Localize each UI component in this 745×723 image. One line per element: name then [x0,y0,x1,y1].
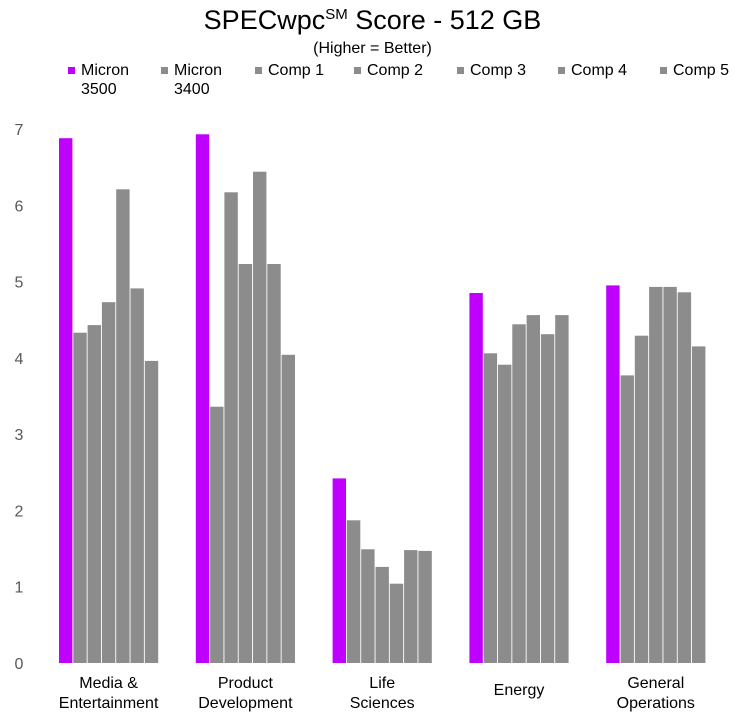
bar [418,550,432,663]
bar [238,264,253,663]
bar [677,292,692,663]
x-category-label: Media & Entertainment [59,675,159,712]
y-tick-label: 2 [15,503,24,520]
bar [389,583,404,663]
bar [281,354,295,663]
bar [195,134,210,664]
bar [483,353,498,663]
bar [116,189,130,664]
bar-chart: 0 1 2 3 4 5 6 7 Media & Entertainment Product Devel… [15,122,706,712]
bar [361,549,375,663]
y-tick-label: 6 [15,198,24,215]
bar [375,566,389,663]
bar [620,375,634,663]
bar [649,286,663,663]
bar [144,360,159,663]
bar [692,346,706,663]
bar [332,478,346,663]
bar [540,334,555,663]
bar [606,285,620,663]
bar [73,332,87,663]
y-tick-label: 1 [15,580,24,597]
x-category-label: Life Sciences [350,675,415,712]
x-category-label: Product Development [198,675,293,712]
bar [224,192,238,664]
y-tick-label: 0 [15,656,24,673]
x-category-label: Energy [494,682,545,699]
bar [130,288,144,663]
y-tick-label: 4 [15,351,24,368]
y-tick-label: 5 [15,275,24,292]
bar [512,324,526,663]
y-tick-label: 3 [15,427,24,444]
bar [253,171,267,663]
bar [346,520,361,663]
bar [87,325,101,663]
bar [634,335,649,663]
bar [555,315,569,663]
bar [663,286,677,663]
bar [469,293,483,663]
bar [526,315,540,663]
bar [267,264,281,663]
bar [210,406,224,663]
bar [498,364,512,663]
bar [101,302,116,663]
x-category-label: General Operations [617,675,695,712]
bar [404,550,418,663]
bar [59,138,73,663]
y-tick-label: 7 [15,122,24,139]
